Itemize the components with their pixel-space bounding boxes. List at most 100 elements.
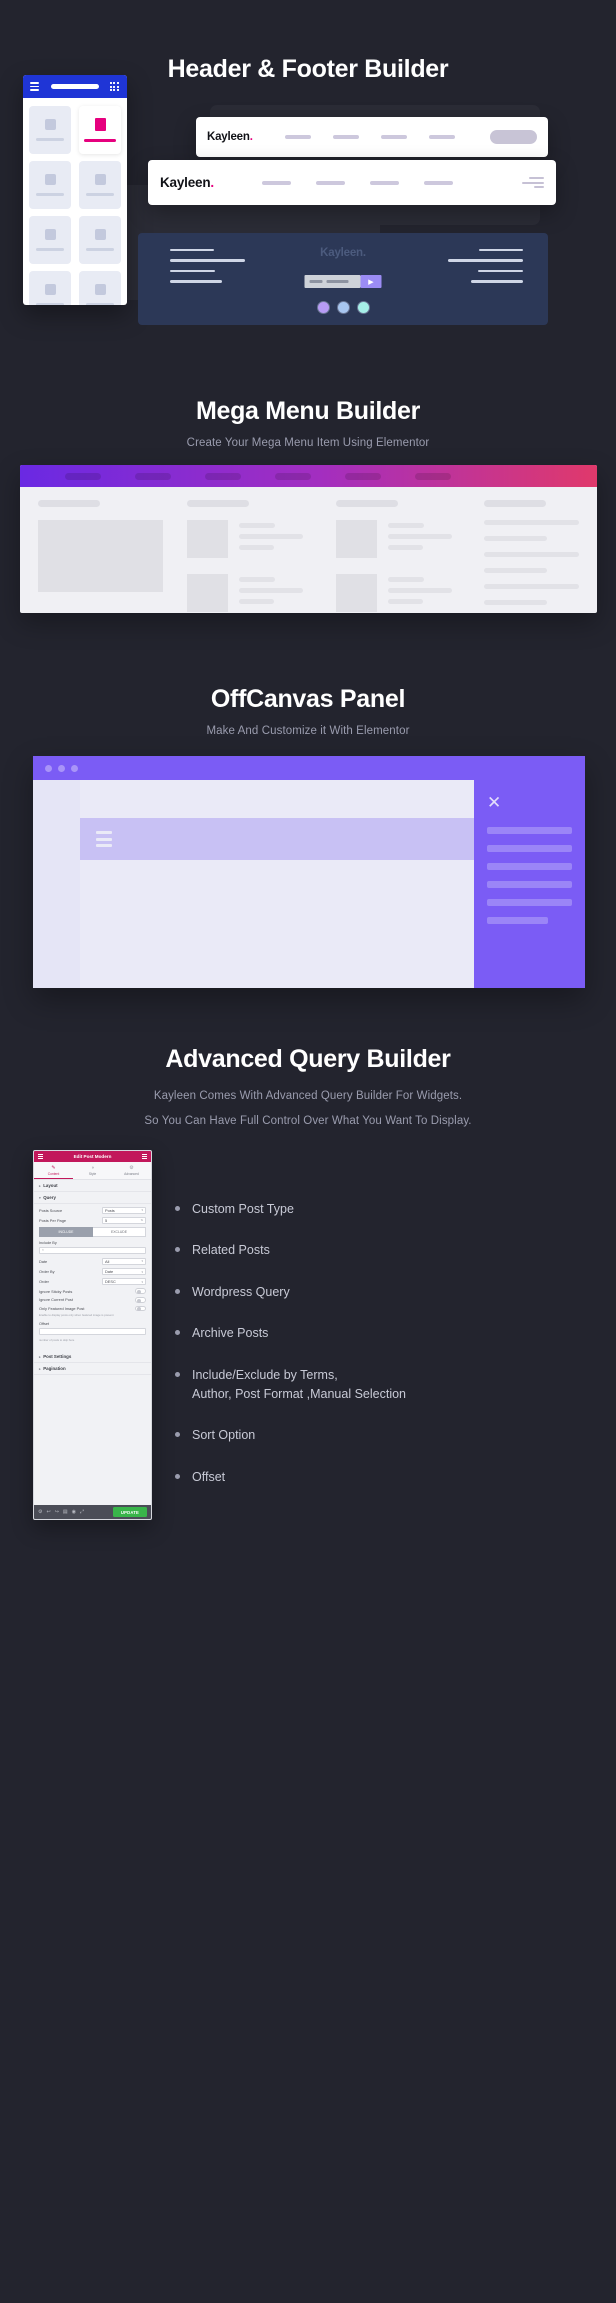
tab-content[interactable]: ✎ Content	[34, 1162, 73, 1179]
template-card[interactable]	[79, 216, 121, 264]
menu-toggle-icon[interactable]	[522, 177, 544, 188]
menu-link[interactable]	[484, 584, 579, 589]
template-card[interactable]	[29, 106, 71, 154]
nav-link[interactable]	[423, 180, 453, 185]
subscribe-submit-icon[interactable]: ▶	[360, 275, 382, 288]
responsive-icon[interactable]: ◉	[72, 1509, 76, 1515]
preview-icon[interactable]: ⤢	[80, 1509, 84, 1515]
nav-item[interactable]	[135, 472, 171, 480]
date-select[interactable]: All ▾	[102, 1257, 146, 1265]
tab-label: Advanced	[124, 1171, 139, 1176]
window-dot-minimize[interactable]	[58, 764, 65, 772]
hamburger-icon[interactable]	[96, 831, 112, 847]
featured-only-toggle[interactable]	[135, 1305, 146, 1312]
offcanvas-preview: ✕	[33, 756, 585, 988]
redo-icon[interactable]: ↪	[55, 1509, 59, 1515]
promo-image[interactable]	[38, 520, 163, 592]
hamburger-icon[interactable]	[30, 82, 39, 91]
menu-link[interactable]	[484, 568, 547, 573]
accordion-post-settings[interactable]: ▸ Post Settings	[34, 1351, 151, 1363]
template-card[interactable]	[29, 271, 71, 305]
nav-link[interactable]	[380, 135, 407, 139]
chevron-down-icon: ▾	[141, 1269, 143, 1274]
control-posts-per-page: Posts Per Page 5 ⇅	[39, 1216, 146, 1224]
accordion-query[interactable]: ▾ Query	[34, 1192, 151, 1204]
menu-link[interactable]	[484, 536, 547, 541]
column-heading	[38, 500, 100, 507]
template-card[interactable]	[29, 216, 71, 264]
feature-label: Offset	[192, 1469, 226, 1484]
window-dot-close[interactable]	[45, 764, 52, 772]
accordion-pagination[interactable]: ▸ Pagination	[34, 1363, 151, 1375]
header-cta-button[interactable]	[490, 130, 537, 144]
ignore-current-toggle[interactable]	[135, 1297, 146, 1303]
gear-icon[interactable]: ⚙	[38, 1509, 42, 1515]
brand-dot: .	[210, 175, 214, 190]
ignore-sticky-toggle[interactable]	[135, 1288, 146, 1294]
panel-grid-icon[interactable]	[142, 1154, 147, 1159]
posts-source-select[interactable]: Posts ▾	[102, 1206, 146, 1214]
nav-link[interactable]	[261, 180, 291, 185]
window-dot-maximize[interactable]	[71, 764, 78, 772]
nav-link[interactable]	[428, 135, 455, 139]
template-card[interactable]	[79, 161, 121, 209]
menu-entry[interactable]	[335, 574, 461, 612]
segment-exclude[interactable]: EXCLUDE	[93, 1226, 146, 1238]
nav-link[interactable]	[332, 135, 359, 139]
menu-entry[interactable]	[335, 520, 461, 558]
entry-thumbnail	[186, 574, 228, 612]
toolbar-search-pill	[50, 84, 99, 89]
template-card-grid	[23, 98, 127, 305]
tab-style[interactable]: ◑ Style	[73, 1162, 112, 1179]
control-label: Posts Per Page	[39, 1217, 67, 1223]
segment-include[interactable]: INCLUDE	[39, 1226, 93, 1238]
nav-item[interactable]	[65, 472, 101, 480]
control-order-by: Order By Date ▾	[39, 1268, 146, 1276]
drawer-menu-item[interactable]	[487, 845, 572, 852]
menu-link[interactable]	[484, 552, 579, 557]
include-by-input[interactable]: ×	[39, 1246, 146, 1254]
nav-link[interactable]	[369, 180, 399, 185]
template-card[interactable]	[79, 271, 121, 305]
posts-per-page-input[interactable]: 5 ⇅	[102, 1216, 146, 1224]
tab-advanced[interactable]: ⚙ Advanced	[112, 1162, 151, 1179]
accordion-layout[interactable]: ▸ Layout	[34, 1180, 151, 1192]
tab-label: Style	[88, 1171, 97, 1176]
undo-icon[interactable]: ↩	[46, 1509, 50, 1515]
menu-entry[interactable]	[186, 574, 312, 612]
drawer-menu-item[interactable]	[487, 863, 572, 870]
menu-link[interactable]	[484, 520, 579, 525]
grid-view-icon[interactable]	[110, 82, 120, 91]
history-icon[interactable]: ▤	[63, 1509, 68, 1515]
order-by-select[interactable]: Date ▾	[102, 1268, 146, 1276]
bullet-icon	[175, 1206, 180, 1211]
chevron-down-icon: ▾	[141, 1259, 143, 1264]
social-icon[interactable]	[316, 301, 330, 314]
template-card-selected[interactable]	[79, 106, 121, 154]
template-card[interactable]	[29, 161, 71, 209]
header-preview-bottom: Kayleen.	[148, 160, 556, 205]
drawer-menu-item[interactable]	[487, 917, 549, 924]
update-button[interactable]: UPDATE	[112, 1507, 147, 1517]
offset-input[interactable]	[39, 1327, 146, 1335]
drawer-menu-item[interactable]	[487, 827, 572, 834]
nav-item[interactable]	[205, 472, 241, 480]
nav-item[interactable]	[275, 472, 311, 480]
offset-helper-text: number of posts to skip here	[39, 1337, 75, 1342]
nav-link[interactable]	[315, 180, 345, 185]
nav-link[interactable]	[284, 135, 311, 139]
social-icon[interactable]	[336, 301, 350, 314]
subscribe-input[interactable]	[304, 275, 361, 288]
brand-dot: .	[249, 131, 253, 143]
drawer-menu-item[interactable]	[487, 899, 572, 906]
social-icon[interactable]	[356, 301, 370, 314]
menu-link[interactable]	[484, 600, 547, 605]
close-icon[interactable]: ✕	[487, 794, 572, 811]
order-select[interactable]: DESC ▾	[102, 1278, 146, 1286]
drawer-menu-item[interactable]	[487, 881, 572, 888]
nav-item[interactable]	[345, 472, 381, 480]
menu-entry[interactable]	[186, 520, 312, 558]
panel-menu-icon[interactable]	[38, 1154, 43, 1159]
bullet-icon	[175, 1473, 180, 1479]
nav-item[interactable]	[415, 472, 451, 480]
